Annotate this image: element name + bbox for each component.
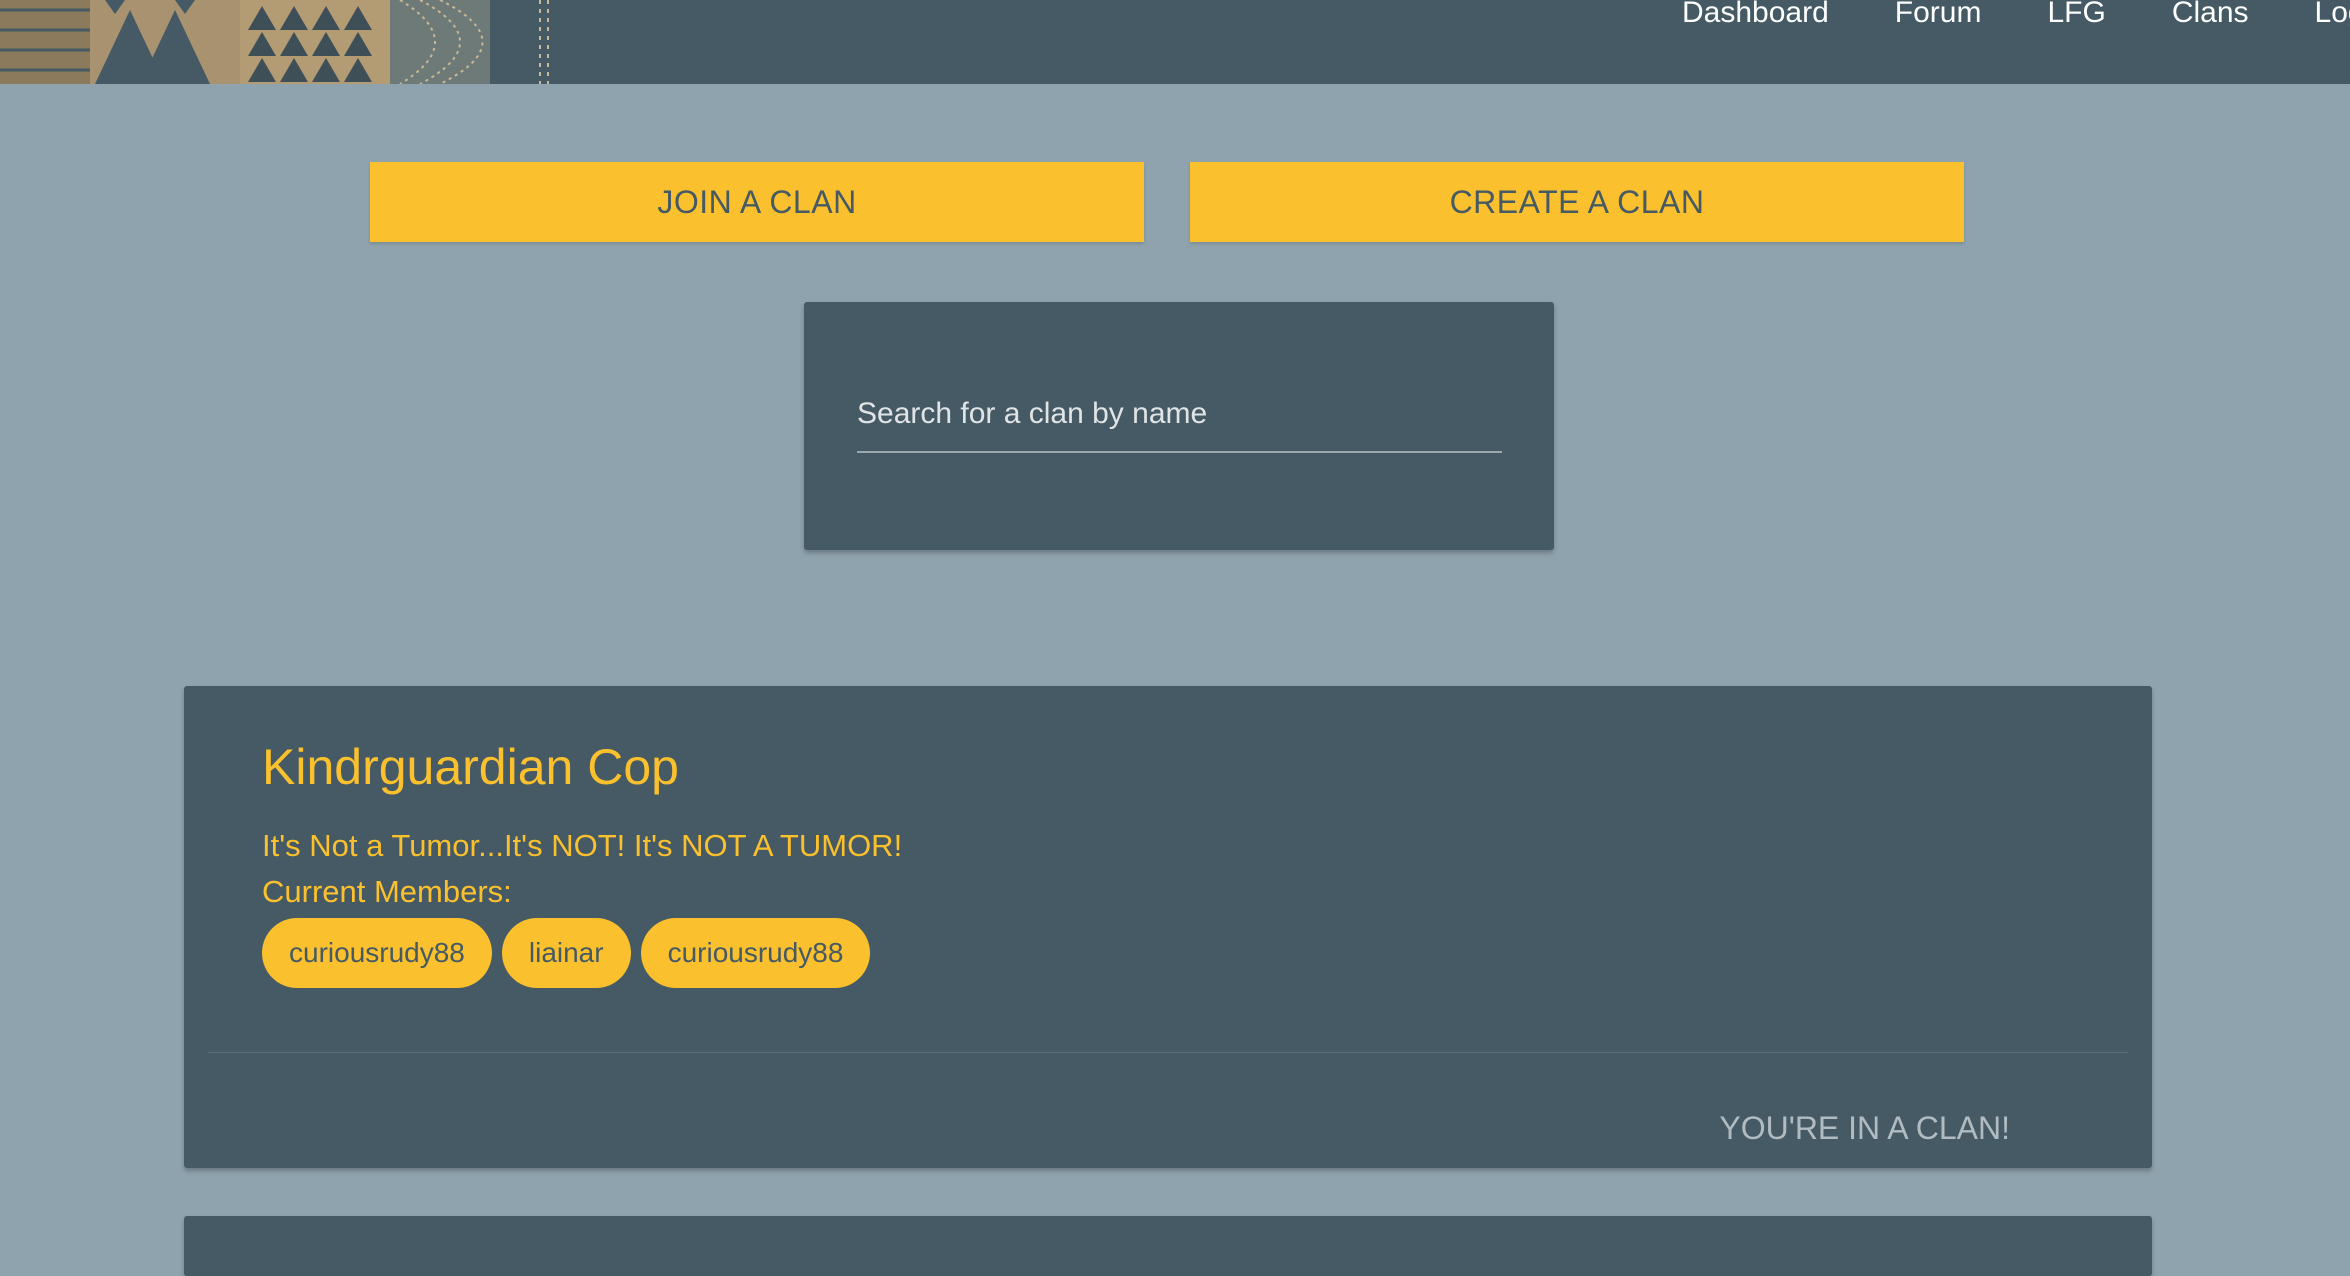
clan-status: YOU'RE IN A CLAN! (1719, 1110, 2010, 1146)
nav-links: Dashboard Forum LFG Clans Logout (1682, 0, 2350, 40)
member-chip[interactable]: curiousrudy88 (640, 918, 871, 988)
nav-link-dashboard[interactable]: Dashboard (1682, 0, 1829, 28)
nav-link-forum[interactable]: Forum (1895, 0, 1982, 28)
navbar: Dashboard Forum LFG Clans Logout (0, 0, 2350, 84)
card-divider (208, 1052, 2128, 1053)
tribal-pattern-logo-icon (0, 0, 555, 84)
nav-link-lfg[interactable]: LFG (2047, 0, 2105, 28)
member-chips: curiousrudy88 liainar curiousrudy88 (262, 918, 880, 988)
join-clan-button[interactable]: JOIN A CLAN (370, 162, 1144, 242)
site-logo[interactable] (0, 0, 555, 84)
member-chip[interactable]: curiousrudy88 (262, 918, 492, 988)
create-clan-button[interactable]: CREATE A CLAN (1190, 162, 1964, 242)
member-chip[interactable]: liainar (501, 918, 631, 988)
clan-name: Kindrguardian Cop (262, 739, 679, 795)
clan-search-input[interactable] (857, 377, 1502, 453)
clan-card: Kindrguardian Cop It's Not a Tumor...It'… (184, 686, 2152, 1168)
members-label: Current Members: (262, 874, 512, 909)
nav-link-logout[interactable]: Logout (2315, 0, 2350, 28)
clan-card-next (184, 1216, 2152, 1276)
nav-link-clans[interactable]: Clans (2172, 0, 2249, 28)
clan-search-card (804, 302, 1554, 550)
clan-motto: It's Not a Tumor...It's NOT! It's NOT A … (262, 828, 903, 863)
